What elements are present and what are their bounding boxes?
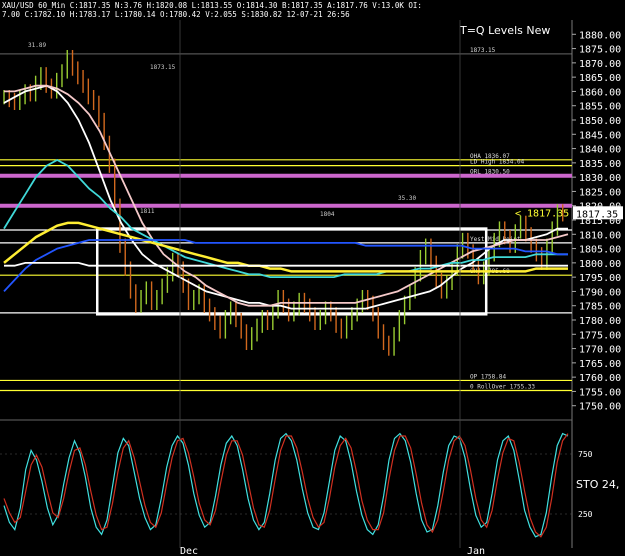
y-tick-label: 1780.00 [579, 316, 621, 327]
osc-tick-label: 250 [578, 510, 593, 519]
y-tick-label: 1795.00 [579, 273, 621, 284]
y-tick-label: 1805.00 [579, 245, 621, 256]
last-price-value: 1817.35 [576, 209, 618, 220]
chart-annotation: 1811 [140, 208, 155, 215]
osc-indicator-label: STO 24, [576, 478, 619, 491]
level-label: ORL 1830.50 [470, 169, 510, 176]
level-label: 0 RollOver 1755.33 [470, 383, 535, 390]
y-tick-label: 1750.00 [579, 402, 621, 413]
y-tick-label: 1775.00 [579, 330, 621, 341]
osc-series-line [3, 432, 569, 538]
price-chart-svg: XAU/USD 60_Min C:1817.35 N:3.76 H:1820.0… [0, 1, 623, 556]
osc-tick-label: 750 [578, 450, 593, 459]
x-tick-label: Dec [180, 546, 198, 556]
y-tick-label: 1760.00 [579, 373, 621, 384]
last-price-label: < 1817.35 [515, 208, 569, 219]
y-tick-label: 1790.00 [579, 287, 621, 298]
chart-window: XAU/USD 60_Min C:1817.35 N:3.76 H:1820.0… [0, 0, 625, 556]
y-tick-label: 1880.00 [579, 30, 621, 41]
header-text: XAU/USD 60_Min C:1817.35 N:3.76 H:1820.0… [2, 1, 422, 10]
x-tick-label: Jan [467, 546, 485, 556]
header-text-2: 7.00 C:1782.10 H:1783.17 L:1780.14 O:178… [2, 10, 350, 19]
chart-title: T=Q Levels New [459, 24, 550, 37]
y-tick-label: 1875.00 [579, 45, 621, 56]
chart-annotation: 1804 [320, 211, 335, 218]
chart-annotation: 31.89 [28, 42, 46, 49]
y-tick-label: 1825.00 [579, 187, 621, 198]
y-tick-label: 1870.00 [579, 59, 621, 70]
y-tick-label: 1810.00 [579, 230, 621, 241]
y-tick-label: 1860.00 [579, 87, 621, 98]
chart-annotation: 1873.15 [150, 64, 176, 71]
y-tick-label: 1800.00 [579, 259, 621, 270]
level-label: LD High 1834.04 [470, 159, 525, 166]
y-tick-label: 1770.00 [579, 345, 621, 356]
level-label: OP 1758.84 [470, 373, 507, 380]
y-tick-label: 1865.00 [579, 73, 621, 84]
y-tick-label: 1850.00 [579, 116, 621, 127]
y-tick-label: 1855.00 [579, 102, 621, 113]
y-tick-label: 1830.00 [579, 173, 621, 184]
chart-annotation: 35.30 [398, 195, 416, 202]
osc-series-line [3, 433, 569, 538]
y-tick-label: 1835.00 [579, 159, 621, 170]
y-tick-label: 1755.00 [579, 387, 621, 398]
y-tick-label: 1765.00 [579, 359, 621, 370]
y-tick-label: 1785.00 [579, 302, 621, 313]
y-tick-label: 1845.00 [579, 130, 621, 141]
y-tick-label: 1840.00 [579, 145, 621, 156]
level-label: 1873.15 [470, 47, 496, 54]
